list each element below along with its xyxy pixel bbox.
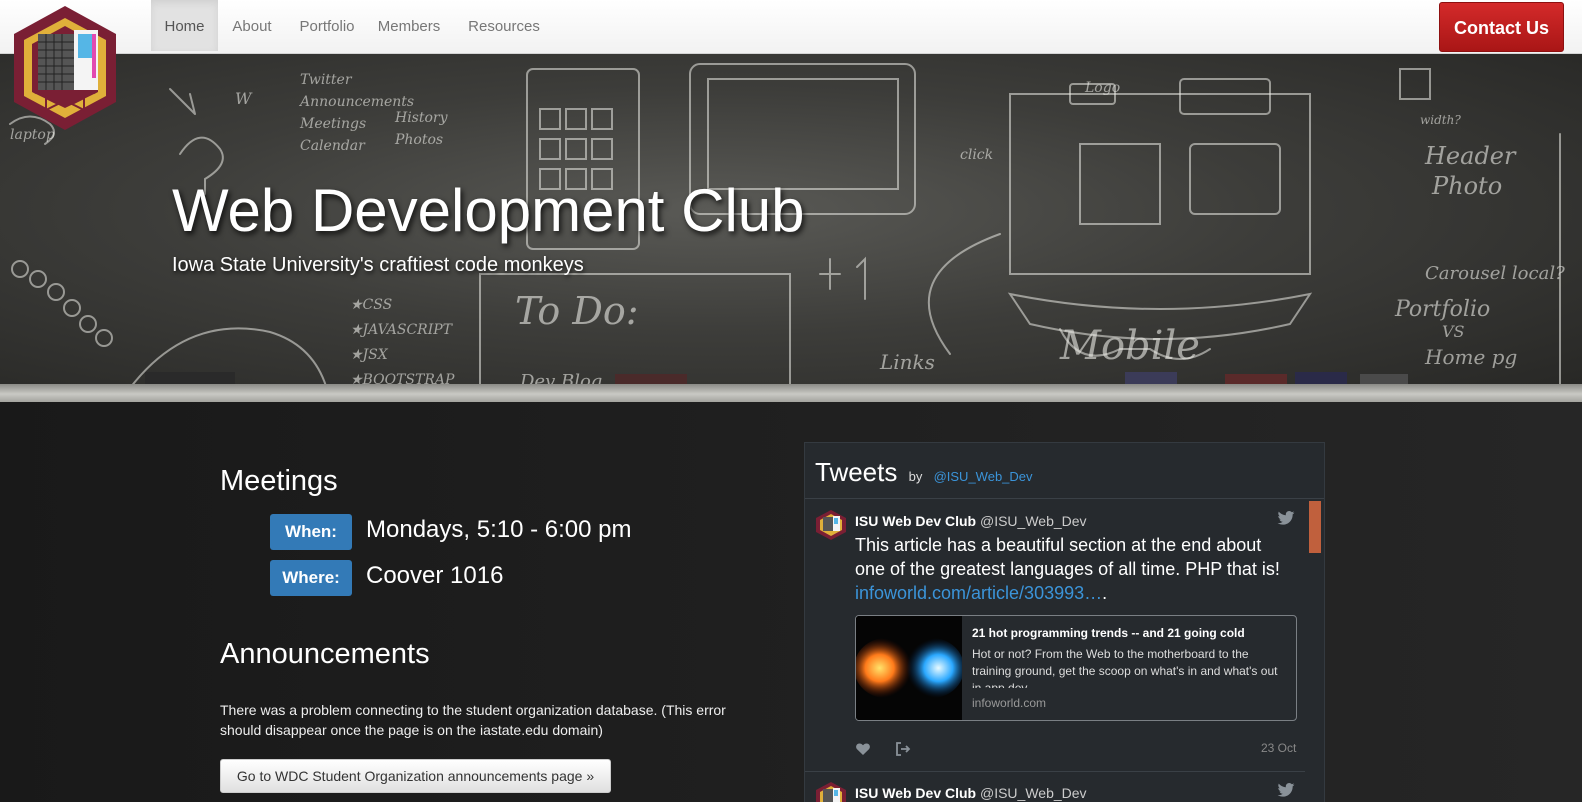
nav-resources[interactable]: Resources [464,0,544,51]
tweet-author-handle: @ISU_Web_Dev [979,513,1087,529]
announcements-message: There was a problem connecting to the st… [220,702,726,738]
twitter-bird-icon[interactable] [1277,783,1295,797]
hero-title: Web Development Club [172,177,805,244]
hero-subtitle: Iowa State University's craftiest code m… [172,254,584,276]
link-preview-card[interactable]: 21 hot programming trends -- and 21 goin… [855,615,1297,721]
where-value: Coover 1016 [366,562,504,589]
hero-banner: Twitter Announcements Meetings Calendar … [0,54,1582,402]
club-logo[interactable] [12,4,118,132]
tweet-text: This article has a beautiful section at … [855,533,1295,605]
twitter-bird-icon[interactable] [1277,511,1295,525]
tweet-body: This article has a beautiful section at … [855,535,1280,579]
svg-text:★JSX: ★JSX [350,347,389,363]
tweets-by-handle[interactable]: @ISU_Web_Dev [934,469,1033,484]
chalk-ledge [0,384,1582,402]
svg-text:Mobile: Mobile [1059,323,1200,369]
svg-text:Portfolio: Portfolio [1394,297,1490,322]
svg-text:click: click [960,147,993,163]
svg-text:W: W [235,89,253,108]
tweets-scrollbar[interactable] [1309,501,1321,553]
svg-text:Photo: Photo [1431,172,1502,200]
svg-text:Links: Links [879,350,935,374]
when-label: When: [270,514,352,550]
svg-text:Header: Header [1424,142,1517,170]
svg-text:Photos: Photos [394,132,443,148]
when-value: Mondays, 5:10 - 6:00 pm [366,516,632,543]
tweet-author-name: ISU Web Dev Club [855,785,977,801]
main-content: Meetings When: Mondays, 5:10 - 6:00 pm W… [0,402,1582,802]
svg-text:History: History [394,110,449,126]
tweets-by: by [908,469,923,484]
tweet-avatar[interactable] [815,781,847,802]
svg-text:Meetings: Meetings [299,116,366,132]
card-thumbnail-fists-image [856,616,962,720]
announcements-page-button[interactable]: Go to WDC Student Organization announcem… [220,759,611,793]
nav-members[interactable]: Members [374,0,444,51]
tweet-author-handle: @ISU_Web_Dev [979,785,1087,801]
svg-text:★JAVASCRIPT: ★JAVASCRIPT [350,322,454,338]
svg-text:To Do:: To Do: [515,289,639,333]
tweets-heading: Tweets by @ISU_Web_Dev [815,457,1033,488]
tweet-author[interactable]: ISU Web Dev Club @ISU_Web_Dev [855,785,1087,801]
like-heart-icon[interactable] [855,741,871,757]
tweet-date[interactable]: 23 Oct [1261,741,1296,755]
card-title: 21 hot programming trends -- and 21 goin… [972,626,1245,640]
card-description: Hot or not? From the Web to the motherbo… [972,647,1278,688]
card-domain: infoworld.com [972,696,1047,710]
where-label: Where: [270,560,352,596]
tweet-author-name: ISU Web Dev Club [855,513,977,529]
announcements-heading: Announcements [220,638,430,670]
svg-text:Home pg: Home pg [1424,345,1517,369]
tweet-separator [805,771,1305,772]
svg-text:width?: width? [1420,113,1461,127]
svg-text:★CSS: ★CSS [350,297,392,313]
tweet-avatar[interactable] [815,509,847,541]
svg-text:VS: VS [1442,322,1465,341]
svg-text:Logo: Logo [1084,80,1120,96]
meetings-heading: Meetings [220,465,338,497]
contact-us-button[interactable]: Contact Us [1439,2,1564,52]
svg-text:Twitter: Twitter [300,72,353,88]
svg-text:Calendar: Calendar [300,138,366,154]
tweet-link-suffix: . [1102,583,1108,603]
tweets-divider [805,498,1324,499]
nav-portfolio[interactable]: Portfolio [292,0,362,51]
svg-text:Carousel local?: Carousel local? [1425,263,1565,284]
top-navbar: Home About Portfolio Members Resources C… [0,0,1582,54]
nav-home[interactable]: Home [151,0,218,51]
tweets-title: Tweets [815,457,898,487]
tweets-widget: Tweets by @ISU_Web_Dev ISU Web Dev Club … [804,442,1325,802]
tweet-link[interactable]: infoworld.com/article/303993… [855,583,1102,603]
tweet-author[interactable]: ISU Web Dev Club @ISU_Web_Dev [855,513,1087,529]
share-icon[interactable] [895,741,911,757]
svg-text:Announcements: Announcements [298,94,414,110]
nav-about[interactable]: About [226,0,278,51]
